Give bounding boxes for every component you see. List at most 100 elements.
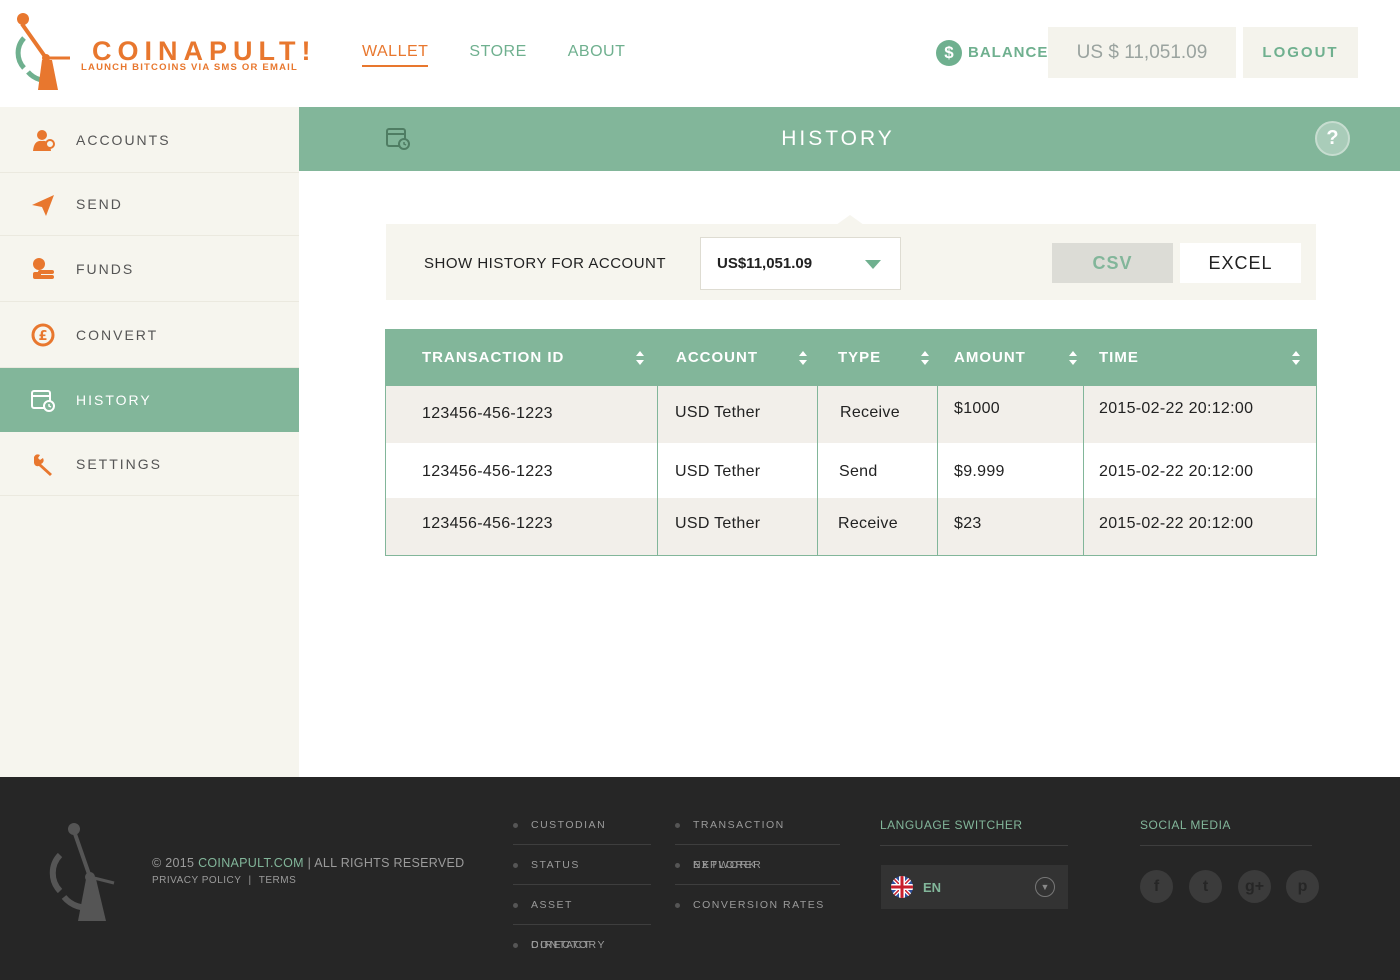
page-title: HISTORY xyxy=(781,127,895,150)
copyright-prefix: © 2015 xyxy=(152,856,195,870)
footer-link-custodian[interactable]: CUSTODIAN xyxy=(513,805,651,845)
balance-value: US $ 11,051.09 xyxy=(1048,27,1236,78)
cell-type: Receive xyxy=(840,404,900,421)
csv-export-button[interactable]: CSV xyxy=(1052,243,1173,283)
footer-link-asset-directory[interactable]: ASSET DIRECTORY xyxy=(513,885,651,951)
coins-icon xyxy=(33,258,54,279)
cell-transaction-id: 123456-456-1223 xyxy=(422,463,553,480)
svg-text:£: £ xyxy=(38,329,47,344)
sidebar-item-funds[interactable]: FUNDS xyxy=(0,236,299,302)
catapult-logo-icon xyxy=(49,823,115,921)
account-dropdown-value: US$11,051.09 xyxy=(717,255,813,272)
footer: © 2015 COINAPULT.COM | ALL RIGHTS RESERV… xyxy=(0,777,1400,980)
sidebar-item-settings[interactable]: SETTINGS xyxy=(0,432,299,496)
sort-icon[interactable] xyxy=(635,350,645,366)
accounts-icon xyxy=(33,130,55,151)
nav-store[interactable]: STORE xyxy=(469,43,526,67)
table-header: TRANSACTION ID ACCOUNT TYPE AMOUNT TIME xyxy=(386,330,1316,386)
footer-link-transaction-network[interactable]: TRANSACTION NETWORK xyxy=(675,805,840,871)
dollar-icon: $ xyxy=(936,40,962,66)
copyright-suffix: | ALL RIGHTS RESERVED xyxy=(307,856,465,870)
column-divider xyxy=(1083,386,1084,555)
cell-time: 2015-02-22 20:12:00 xyxy=(1099,400,1254,417)
account-dropdown[interactable]: US$11,051.09 xyxy=(700,237,901,290)
cell-amount: $23 xyxy=(954,515,982,532)
cell-account: USD Tether xyxy=(675,515,761,532)
facebook-icon[interactable]: f xyxy=(1140,870,1173,903)
sidebar-item-label: SEND xyxy=(76,196,123,212)
cell-type: Receive xyxy=(838,515,898,532)
nav-wallet[interactable]: WALLET xyxy=(362,43,429,67)
footer-link-contact[interactable]: CONTACT xyxy=(513,925,651,965)
nav-about[interactable]: ABOUT xyxy=(568,43,626,67)
sidebar-item-convert[interactable]: £ CONVERT xyxy=(0,302,299,368)
uk-flag-icon xyxy=(891,876,913,898)
footer-link-status[interactable]: STATUS xyxy=(513,845,651,885)
sidebar-item-label: CONVERT xyxy=(76,326,159,343)
transaction-table: TRANSACTION ID ACCOUNT TYPE AMOUNT TIME … xyxy=(385,329,1317,556)
column-header-time[interactable]: TIME xyxy=(1099,330,1139,386)
chevron-down-icon: ▼ xyxy=(1035,877,1055,897)
legal-separator: | xyxy=(248,875,252,886)
cell-time: 2015-02-22 20:12:00 xyxy=(1099,463,1254,480)
chevron-down-icon xyxy=(865,260,881,269)
sidebar-item-label: SETTINGS xyxy=(76,455,163,472)
cell-transaction-id: 123456-456-1223 xyxy=(422,405,553,422)
excel-export-button[interactable]: EXCEL xyxy=(1180,243,1301,283)
table-row[interactable]: 123456-456-1223 USD Tether Receive $1000… xyxy=(386,386,1316,443)
cell-type: Send xyxy=(839,463,878,480)
twitter-icon[interactable]: t xyxy=(1189,870,1222,903)
footer-link-explorer[interactable]: EXPLORER xyxy=(675,845,840,885)
sort-icon[interactable] xyxy=(1068,350,1078,366)
language-switcher[interactable]: EN ▼ xyxy=(881,865,1068,909)
table-row[interactable]: 123456-456-1223 USD Tether Send $9.999 2… xyxy=(386,443,1316,498)
top-nav: WALLET STORE ABOUT xyxy=(362,43,625,67)
paper-plane-icon xyxy=(32,195,54,216)
sidebar-item-send[interactable]: SEND xyxy=(0,173,299,236)
wrench-icon xyxy=(34,454,52,476)
cell-transaction-id: 123456-456-1223 xyxy=(422,515,553,532)
sort-icon[interactable] xyxy=(1291,350,1301,366)
sort-icon[interactable] xyxy=(920,350,930,366)
brand-link[interactable]: COINAPULT.COM xyxy=(198,856,304,870)
balance-label: BALANCE xyxy=(968,44,1049,61)
cell-account: USD Tether xyxy=(675,463,761,480)
column-header-account[interactable]: ACCOUNT xyxy=(676,330,758,386)
column-header-amount[interactable]: AMOUNT xyxy=(954,330,1026,386)
logo-tagline: LAUNCH BITCOINS VIA SMS OR EMAIL xyxy=(81,62,298,73)
legal-links: PRIVACY POLICY | TERMS xyxy=(152,875,296,886)
sidebar-item-accounts[interactable]: ACCOUNTS xyxy=(0,107,299,173)
cell-amount: $9.999 xyxy=(954,463,1005,480)
coinapult-logo[interactable]: COINAPULT! LAUNCH BITCOINS VIA SMS OR EM… xyxy=(14,10,310,94)
footer-link-conversion-rates[interactable]: CONVERSION RATES xyxy=(675,885,840,925)
terms-link[interactable]: TERMS xyxy=(259,875,297,886)
cell-account: USD Tether xyxy=(675,404,761,421)
logout-button[interactable]: LOGOUT xyxy=(1243,27,1358,78)
column-divider xyxy=(937,386,938,555)
pinterest-icon[interactable]: p xyxy=(1286,870,1319,903)
currency-convert-icon: £ xyxy=(31,323,55,347)
privacy-policy-link[interactable]: PRIVACY POLICY xyxy=(152,875,241,886)
table-row[interactable]: 123456-456-1223 USD Tether Receive $23 2… xyxy=(386,498,1316,555)
sidebar-item-label: FUNDS xyxy=(76,260,135,277)
filter-label: SHOW HISTORY FOR ACCOUNT xyxy=(424,255,667,272)
copyright: © 2015 COINAPULT.COM | ALL RIGHTS RESERV… xyxy=(152,856,464,870)
sidebar: ACCOUNTS SEND FUNDS £ CONVERT HISTORY SE… xyxy=(0,107,299,777)
sort-icon[interactable] xyxy=(798,350,808,366)
column-header-type[interactable]: TYPE xyxy=(838,330,881,386)
filter-panel: SHOW HISTORY FOR ACCOUNT US$11,051.09 CS… xyxy=(386,224,1316,300)
language-value: EN xyxy=(923,880,942,895)
header: COINAPULT! LAUNCH BITCOINS VIA SMS OR EM… xyxy=(0,0,1400,107)
sidebar-item-label: HISTORY xyxy=(76,391,152,408)
footer-links-col-1: CUSTODIAN STATUS ASSET DIRECTORY CONTACT xyxy=(513,805,651,965)
catapult-logo-icon xyxy=(15,13,70,90)
column-header-transaction-id[interactable]: TRANSACTION ID xyxy=(422,330,564,386)
footer-links-col-2: TRANSACTION NETWORK EXPLORER CONVERSION … xyxy=(675,805,840,925)
sidebar-item-history[interactable]: HISTORY xyxy=(0,368,299,432)
help-button[interactable]: ? xyxy=(1315,121,1350,156)
google-plus-icon[interactable]: g+ xyxy=(1238,870,1271,903)
page-header: HISTORY ? xyxy=(299,107,1400,171)
cell-time: 2015-02-22 20:12:00 xyxy=(1099,515,1254,532)
social-heading: SOCIAL MEDIA xyxy=(1140,818,1312,846)
sidebar-item-label: ACCOUNTS xyxy=(76,131,171,148)
